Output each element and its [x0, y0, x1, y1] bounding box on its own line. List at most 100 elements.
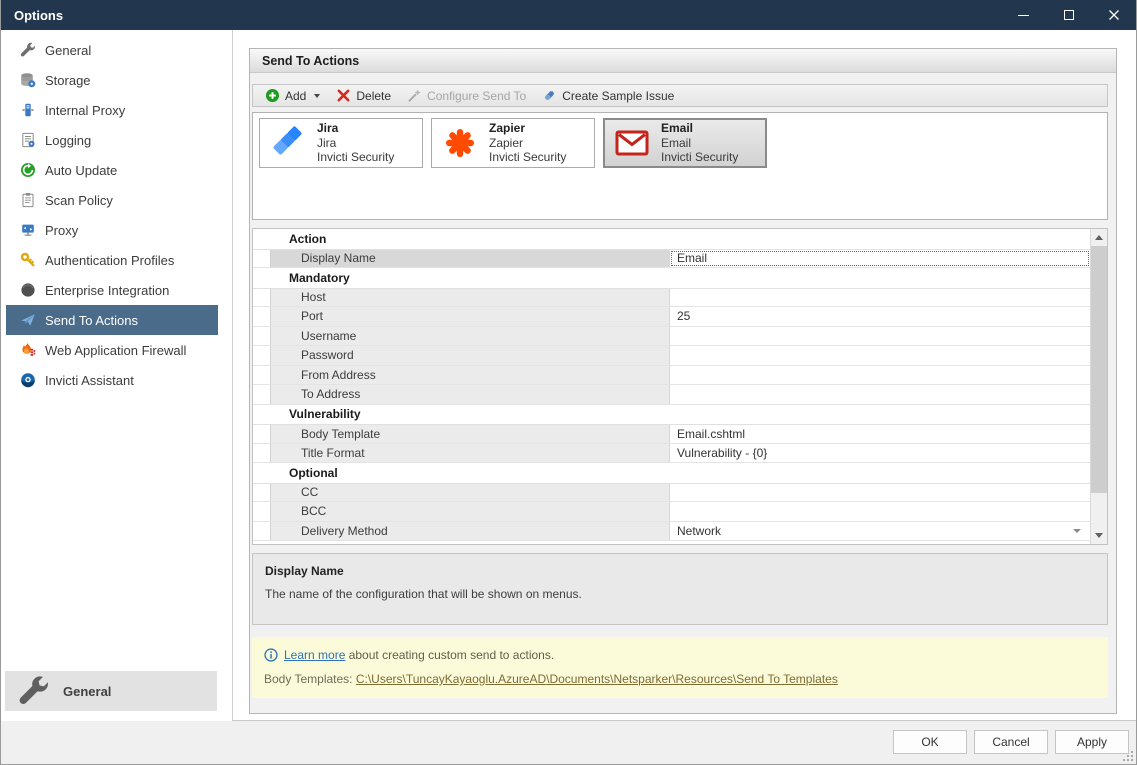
- grid-row-value[interactable]: Network: [670, 522, 1090, 541]
- sidebar-footer-general[interactable]: General: [5, 671, 217, 711]
- grid-row-value[interactable]: [670, 484, 1090, 502]
- scroll-up-button[interactable]: [1091, 229, 1107, 246]
- add-icon: [265, 88, 280, 103]
- sidebar-item-send-to-actions[interactable]: Send To Actions: [6, 305, 218, 335]
- minimize-button[interactable]: [1001, 0, 1046, 30]
- dropdown-caret-icon: [314, 93, 321, 98]
- grid-row-username[interactable]: Username: [253, 326, 1090, 346]
- grid-row-label: Port: [270, 307, 670, 326]
- maximize-button[interactable]: [1046, 0, 1091, 30]
- sidebar-item-proxy[interactable]: Proxy: [6, 215, 218, 245]
- delete-button[interactable]: Delete: [328, 85, 399, 106]
- learn-more-link[interactable]: Learn more: [284, 648, 345, 662]
- grid-row-password[interactable]: Password: [253, 346, 1090, 366]
- property-grid-rows: Action Display Name Email Mandatory Host Port…: [253, 229, 1090, 544]
- dialog-footer: OK Cancel Apply: [1, 721, 1136, 764]
- apply-button[interactable]: Apply: [1055, 730, 1129, 754]
- grid-row-label: Username: [270, 326, 670, 345]
- scrollbar-thumb[interactable]: [1091, 246, 1107, 494]
- grid-row-label: Display Name: [270, 249, 670, 267]
- info-icon: [264, 648, 278, 662]
- grid-row-to-address[interactable]: To Address: [253, 385, 1090, 405]
- grid-row-from-address[interactable]: From Address: [253, 365, 1090, 385]
- grid-row-value[interactable]: [670, 502, 1090, 521]
- grid-row-value[interactable]: [670, 346, 1090, 365]
- card-vendor: Invicti Security: [317, 150, 395, 165]
- configure-send-to-button: Configure Send To: [399, 85, 534, 106]
- grid-row-gutter: [253, 346, 270, 365]
- delete-icon: [336, 88, 351, 103]
- grid-row-port[interactable]: Port 25: [253, 307, 1090, 327]
- toolbar-item-label: Add: [285, 88, 307, 103]
- grid-row-display-name[interactable]: Display Name Email: [253, 248, 1090, 268]
- sidebar-item-scan-policy[interactable]: Scan Policy: [6, 185, 218, 215]
- grid-row-delivery-method[interactable]: Delivery Method Network: [253, 521, 1090, 541]
- grid-row-label: Title Format: [270, 443, 670, 462]
- grid-row-label: Host: [270, 288, 670, 306]
- send-to-action-card-jira[interactable]: Jira Jira Invicti Security: [259, 118, 423, 168]
- content-row: General Storage Internal Proxy Logging Auto …: [1, 30, 1136, 721]
- grid-row-value[interactable]: 25: [670, 307, 1090, 326]
- resize-grip-icon[interactable]: [1123, 751, 1133, 761]
- groupbox-header: Send To Actions: [250, 49, 1116, 73]
- grid-row-title-format[interactable]: Title Format Vulnerability - {0}: [253, 443, 1090, 463]
- sidebar-item-label: Send To Actions: [45, 312, 138, 328]
- options-window: Options General Storage Internal Proxy Logg…: [0, 0, 1137, 765]
- arrow-up-icon: [1095, 235, 1103, 240]
- grid-row-value[interactable]: Vulnerability - {0}: [670, 444, 1090, 463]
- send-to-icon: [19, 312, 36, 329]
- grid-row-cc[interactable]: CC: [253, 482, 1090, 502]
- grid-row-gutter: [253, 288, 270, 306]
- groupbox-body: Add Delete Configure Send To Create Sample …: [250, 73, 1116, 713]
- send-to-action-card-email[interactable]: Email Email Invicti Security: [603, 118, 767, 168]
- scrollbar-track[interactable]: [1091, 246, 1107, 527]
- sidebar-item-authentication-profiles[interactable]: Authentication Profiles: [6, 245, 218, 275]
- zapier-icon: [441, 125, 479, 161]
- grid-row-bcc[interactable]: BCC: [253, 502, 1090, 522]
- sidebar-footer-label: General: [63, 683, 112, 699]
- close-button[interactable]: [1091, 0, 1136, 30]
- sidebar-item-storage[interactable]: Storage: [6, 65, 218, 95]
- property-description-panel: Display Name The name of the configurati…: [252, 553, 1108, 625]
- create-sample-issue-button[interactable]: Create Sample Issue: [534, 85, 682, 106]
- ok-button[interactable]: OK: [893, 730, 967, 754]
- grid-row-gutter: [253, 502, 270, 521]
- grid-row-value[interactable]: [670, 385, 1090, 404]
- scroll-down-button[interactable]: [1091, 527, 1107, 544]
- grid-row-body-template[interactable]: Body Template Email.cshtml: [253, 424, 1090, 444]
- grid-row-value-text: Vulnerability - {0}: [677, 445, 768, 460]
- sidebar-item-logging[interactable]: Logging: [6, 125, 218, 155]
- sidebar-item-web-application-firewall[interactable]: Web Application Firewall: [6, 335, 218, 365]
- grid-row-value[interactable]: Email.cshtml: [670, 425, 1090, 443]
- grid-row-host[interactable]: Host: [253, 287, 1090, 307]
- sidebar-item-general[interactable]: General: [6, 35, 218, 65]
- wrench-icon: [18, 675, 50, 707]
- sidebar-item-internal-proxy[interactable]: Internal Proxy: [6, 95, 218, 125]
- sidebar-item-auto-update[interactable]: Auto Update: [6, 155, 218, 185]
- combobox-arrow-icon[interactable]: [1073, 528, 1081, 533]
- vertical-scrollbar[interactable]: [1090, 229, 1107, 544]
- cancel-button[interactable]: Cancel: [974, 730, 1048, 754]
- grid-row-value[interactable]: [670, 289, 1090, 307]
- sidebar-item-invicti-assistant[interactable]: Invicti Assistant: [6, 365, 218, 395]
- sample-issue-icon: [542, 88, 557, 103]
- grid-row-value[interactable]: [670, 327, 1090, 346]
- sidebar-item-label: Storage: [45, 72, 91, 88]
- grid-row-label: CC: [270, 483, 670, 501]
- sidebar-item-enterprise-integration[interactable]: Enterprise Integration: [6, 275, 218, 305]
- add-button[interactable]: Add: [257, 85, 328, 106]
- grid-row-value-text: Email: [677, 251, 708, 266]
- grid-row-value[interactable]: Email: [670, 250, 1090, 268]
- grid-row-value[interactable]: [670, 366, 1090, 385]
- toolbar-item-label: Create Sample Issue: [562, 88, 675, 103]
- grid-category-mandatory: Mandatory: [253, 268, 1090, 288]
- body-templates-label: Body Templates:: [264, 672, 356, 686]
- internal-proxy-icon: [19, 102, 36, 119]
- body-templates-path-link[interactable]: C:\Users\TuncayKayaoglu.AzureAD\Document…: [356, 672, 838, 686]
- property-description-title: Display Name: [265, 564, 344, 578]
- toolbar-item-label: Delete: [356, 88, 392, 103]
- sidebar-item-label: Enterprise Integration: [45, 282, 170, 298]
- send-to-action-card-zapier[interactable]: Zapier Zapier Invicti Security: [431, 118, 595, 168]
- jira-icon: [269, 125, 307, 161]
- email-icon: [613, 128, 651, 158]
